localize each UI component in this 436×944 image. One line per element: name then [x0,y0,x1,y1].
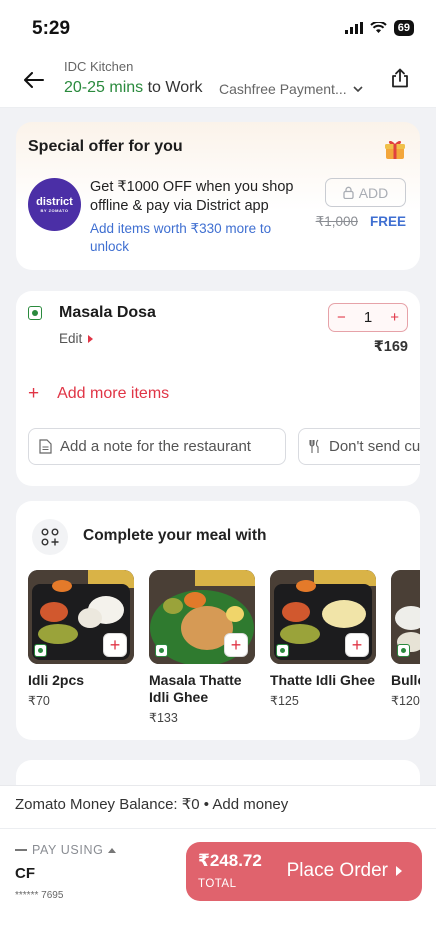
offer-free-label: FREE [369,214,406,229]
meal-image: + [149,570,255,664]
offer-unlock-text: Add items worth ₹330 more to unlock [90,221,272,254]
veg-icon [276,644,289,657]
note-icon [39,439,52,454]
complete-meal-card: Complete your meal with + Idli 2pcs ₹70 … [16,501,420,740]
gift-icon [385,140,405,159]
meal-name: Masala Thatte Idli Ghee [149,672,242,705]
zomato-money-balance[interactable]: Zomato Money Balance: ₹0 • Add money [15,795,288,813]
chevron-down-icon [353,86,363,92]
battery-indicator: 69 [393,20,414,36]
meal-name: Bulle [391,672,420,688]
share-button[interactable] [386,64,414,92]
meal-price: ₹120 [391,694,420,708]
meal-price: ₹133 [149,711,178,725]
cutlery-icon [309,439,319,453]
add-suggestion-button[interactable]: + [345,633,369,657]
eta-text: 20-25 mins [64,79,144,96]
header: IDC Kitchen 20-25 mins to Work Cashfree … [0,56,436,108]
add-more-label: Add more items [57,385,170,402]
checkout-panel: Zomato Money Balance: ₹0 • Add money PAY… [0,785,436,944]
meal-image: + [270,570,376,664]
pay-using-label: PAY USING [32,843,104,857]
delivery-info: 20-25 mins to Work [64,79,202,97]
total-label: TOTAL [198,878,237,890]
increment-button[interactable]: + [390,309,399,326]
district-logo: district BY ZOMATO [28,178,81,231]
payment-code: CF [15,865,35,882]
status-bar: 5:29 69 [0,0,436,56]
add-offer-label: ADD [358,184,389,201]
payment-method-selector[interactable]: Cashfree Payment... [219,81,363,97]
back-button[interactable] [20,66,48,94]
meal-icon [32,519,68,555]
caret-up-icon [108,847,117,853]
divider [0,828,436,829]
destination-text: to Work [147,79,203,96]
lock-icon [343,186,354,199]
add-suggestion-button[interactable]: + [103,633,127,657]
edit-item-link[interactable]: Edit [59,331,94,346]
meal-image [391,570,420,664]
meal-price: ₹70 [28,694,50,708]
restaurant-note-button[interactable]: Add a note for the restaurant [28,428,286,465]
add-more-items-button[interactable]: + Add more items [28,383,169,405]
complete-meal-title: Complete your meal with [83,527,267,544]
share-icon [392,68,408,88]
cart-item-name: Masala Dosa [59,304,156,321]
restaurant-name: IDC Kitchen [64,59,134,74]
veg-icon [397,644,410,657]
meal-suggestion-item[interactable]: + Thatte Idli Ghee ₹125 [270,570,376,708]
logo-text: district [36,196,73,208]
add-offer-button[interactable]: ADD [325,178,406,207]
decrement-button[interactable]: − [337,309,346,326]
signal-icon [344,22,363,34]
plus-icon: + [28,383,40,404]
meal-suggestion-item[interactable]: + Idli 2pcs ₹70 [28,570,134,708]
pay-logo-icon [15,849,27,851]
note-label: Add a note for the restaurant [60,438,251,455]
arrow-left-icon [24,72,44,88]
veg-icon [155,644,168,657]
place-order-button[interactable]: ₹248.72 TOTAL Place Order [186,842,422,901]
caret-right-icon [396,866,402,876]
meal-image: + [28,570,134,664]
cart-item-price: ₹169 [373,339,408,355]
cart-items-card: Masala Dosa Edit − 1 + ₹169 + Add more i… [16,291,420,486]
meal-suggestion-item[interactable]: Bulle ₹120 [391,570,420,708]
status-icons: 69 [344,20,414,36]
meal-name: Thatte Idli Ghee [270,672,376,688]
offer-description: Get ₹1000 OFF when you shop offline & pa… [90,179,294,214]
offer-title: Special offer for you [28,138,183,155]
note-options-row: Add a note for the restaurant Don't send… [28,428,420,465]
edit-label: Edit [59,331,83,346]
quantity-stepper: − 1 + [328,303,408,332]
pay-using-selector[interactable]: PAY USING [15,843,117,857]
meal-name: Idli 2pcs [28,672,85,688]
place-order-label: Place Order [286,860,388,881]
quantity-value: 1 [363,309,373,326]
wifi-icon [370,22,387,33]
add-suggestion-button[interactable]: + [224,633,248,657]
meal-suggestions-row: + Idli 2pcs ₹70 + Masala Thatte Idli Ghe… [28,570,420,730]
payment-masked-number: ****** 7695 [15,890,64,901]
offer-old-price: ₹1,000 [315,214,358,229]
logo-subtext: BY ZOMATO [40,208,69,213]
caret-right-icon [88,334,94,343]
meal-suggestion-item[interactable]: + Masala Thatte Idli Ghee ₹133 [149,570,255,725]
veg-icon [34,644,47,657]
meal-price: ₹125 [270,694,299,708]
add-grid-icon [41,528,59,546]
cutlery-label: Don't send cutlery [329,438,420,455]
payment-method-label: Cashfree Payment... [219,81,347,97]
status-time: 5:29 [32,18,71,39]
no-cutlery-button[interactable]: Don't send cutlery [298,428,420,465]
order-total: ₹248.72 [198,851,262,870]
special-offer-card: Special offer for you district BY ZOMATO… [16,122,420,270]
veg-icon [28,306,42,320]
